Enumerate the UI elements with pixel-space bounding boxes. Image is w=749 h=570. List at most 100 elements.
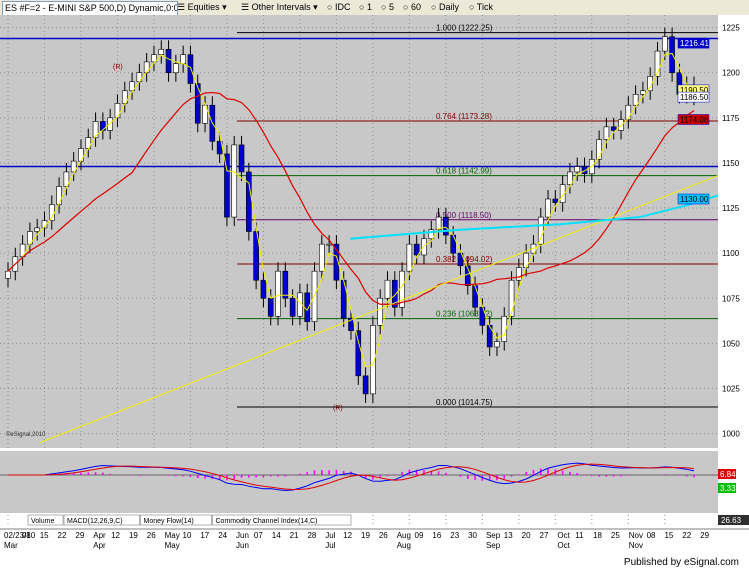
price-tag-label: 1174.08 — [680, 115, 709, 124]
cci-value-label: 26.63 — [721, 516, 742, 525]
candle — [267, 297, 274, 317]
x-month-label: Mar — [4, 541, 18, 550]
candle — [406, 243, 413, 272]
idc-button[interactable]: ○ IDC — [326, 1, 351, 14]
x-tick-label: 20 — [522, 531, 531, 540]
indicator-tab-label: MACD(12,26,9,C) — [67, 518, 123, 525]
y-tick-label: 1100 — [722, 249, 740, 258]
interval-1-button[interactable]: ○ 1 — [358, 1, 373, 14]
candle — [362, 375, 369, 395]
candle — [165, 48, 172, 74]
chart-canvas: 1000102510501075110011251150117512001225… — [0, 15, 749, 556]
candle — [443, 216, 449, 236]
candle — [523, 252, 529, 268]
x-tick-label: Sep — [486, 531, 501, 540]
fib-label: 1.000 (1222.25) — [436, 24, 493, 33]
x-tick-label: 02/23/10 — [4, 531, 36, 540]
x-tick-label: 21 — [290, 531, 299, 540]
x-tick-label: 27 — [540, 531, 549, 540]
watermark-label: ©eSignal,2010 — [6, 431, 46, 438]
candle — [78, 148, 84, 162]
interval-5-label: 5 — [388, 2, 394, 12]
indicator-tab-label: Volume — [31, 518, 54, 525]
x-month-label: Aug — [397, 541, 411, 550]
candle — [508, 279, 515, 317]
x-tick-label: 29 — [700, 531, 709, 540]
radio-icon: ○ — [403, 2, 409, 12]
fib-label: 0.764 (1173.28) — [436, 112, 492, 121]
equities-dropdown[interactable]: ☰ Equities ▾ — [176, 1, 228, 14]
indicator-tab-label: Money Flow(14) — [144, 518, 194, 525]
candle — [158, 48, 165, 55]
x-tick-label: Apr — [93, 531, 106, 540]
candle — [231, 144, 238, 218]
candle — [246, 171, 252, 232]
x-tick-label: 08 — [22, 531, 31, 540]
x-tick-label: 30 — [468, 531, 477, 540]
x-tick-label: 19 — [361, 531, 370, 540]
interval-60-button[interactable]: ○ 60 — [402, 1, 422, 14]
candle — [114, 103, 121, 119]
x-tick-label: 15 — [664, 531, 673, 540]
other-intervals-dropdown[interactable]: ☰ Other Intervals ▾ — [240, 1, 319, 14]
x-tick-label: 23 — [450, 531, 459, 540]
daily-button[interactable]: ○ Daily — [430, 1, 460, 14]
symbol-input[interactable]: ES #F=2 - E-MINI S&P 500,D) Dynamic,0:00… — [2, 1, 178, 16]
x-month-label: Sep — [486, 541, 501, 550]
x-tick-label: 08 — [647, 531, 656, 540]
x-tick-label: 10 — [183, 531, 192, 540]
x-tick-label: 25 — [611, 531, 620, 540]
candle — [5, 270, 11, 279]
x-tick-label: 24 — [218, 531, 227, 540]
candle — [421, 238, 427, 256]
x-tick-label: 22 — [682, 531, 691, 540]
footer: Published by eSignal.com — [0, 556, 749, 570]
x-tick-label: Jul — [325, 531, 335, 540]
price-tag-label: 1216.41 — [680, 39, 709, 48]
x-tick-label: 28 — [307, 531, 316, 540]
candle — [187, 54, 194, 84]
candle — [173, 63, 179, 74]
candle — [384, 279, 391, 299]
candle — [552, 198, 559, 203]
x-tick-label: Aug — [397, 531, 411, 540]
y-tick-label: 1075 — [722, 294, 740, 303]
candle — [494, 341, 500, 348]
x-tick-label: 26 — [147, 531, 156, 540]
x-tick-label: 19 — [129, 531, 138, 540]
idc-label: IDC — [334, 2, 351, 12]
x-month-label: Oct — [557, 541, 570, 550]
macd-value-label: 6.84 — [720, 470, 736, 479]
x-month-label: Jul — [325, 541, 335, 550]
candle — [194, 83, 201, 124]
pivot-mark: (R) — [333, 405, 343, 412]
radio-icon: ○ — [327, 2, 333, 12]
list-icon: ☰ — [241, 2, 250, 12]
x-tick-label: 26 — [379, 531, 388, 540]
candle — [472, 285, 478, 308]
y-tick-label: 1125 — [722, 204, 740, 213]
tick-button[interactable]: ○ Tick — [468, 1, 494, 14]
equities-label: Equities — [187, 2, 220, 12]
candle — [289, 297, 296, 317]
x-month-label: May — [165, 541, 180, 550]
x-tick-label: 13 — [504, 531, 513, 540]
candle — [574, 166, 581, 173]
x-month-label: Jun — [236, 541, 249, 550]
radio-icon: ○ — [469, 2, 475, 12]
candle — [143, 61, 150, 74]
price-panel — [0, 15, 718, 448]
candle — [100, 121, 106, 131]
candle — [275, 270, 281, 317]
candle — [669, 36, 675, 74]
price-tag-label: 1186.50 — [680, 93, 709, 102]
candle — [537, 216, 544, 245]
candle — [56, 186, 62, 205]
interval-5-button[interactable]: ○ 5 — [380, 1, 395, 14]
published-by-label: Published by eSignal.com — [623, 557, 739, 568]
candle — [603, 126, 610, 140]
candle — [377, 297, 383, 326]
interval-1-label: 1 — [366, 2, 372, 12]
candle — [282, 270, 289, 299]
chart-toolbar: ES #F=2 - E-MINI S&P 500,D) Dynamic,0:00… — [0, 0, 749, 16]
